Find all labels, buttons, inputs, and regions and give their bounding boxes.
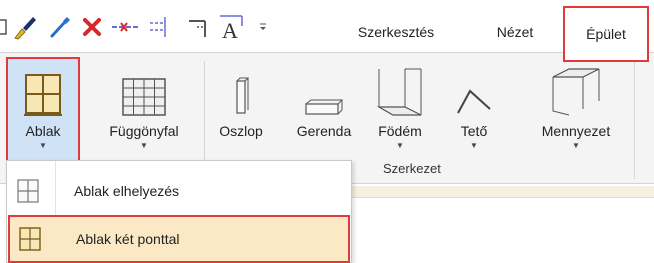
tab-bar: A Szerkesztés Nézet [0, 0, 654, 52]
column-icon [233, 59, 249, 117]
slab-icon [375, 59, 425, 117]
window-outline-icon [8, 178, 48, 204]
tab-epulet[interactable]: Épület [563, 6, 649, 62]
curtain-wall-icon [121, 59, 167, 117]
delete-icon[interactable] [80, 14, 104, 40]
teto-dropdown-arrow-icon: ▼ [470, 141, 478, 150]
tab-epulet-label: Épület [586, 26, 626, 42]
ablak-dropdown-arrow-icon: ▼ [39, 141, 47, 150]
ablak-dropdown-menu: Ablak elhelyezés Ablak két ponttal [6, 160, 352, 263]
menu-item-ablak-elhelyezes[interactable]: Ablak elhelyezés [8, 167, 350, 215]
fuggonyfal-dropdown-arrow-icon: ▼ [140, 141, 148, 150]
window-icon [23, 59, 63, 117]
fuggonyfal-button[interactable]: Függönyfal ▼ [96, 59, 192, 159]
align-right-icon[interactable] [184, 14, 212, 40]
roof-icon [456, 59, 492, 117]
ablak-label: Ablak [25, 123, 61, 139]
fodem-label: Födém [378, 123, 422, 139]
svg-text:A: A [222, 18, 238, 42]
beam-icon [304, 59, 344, 117]
align-icon[interactable] [146, 14, 174, 40]
ablak-button[interactable]: Ablak ▼ [6, 57, 80, 163]
window-two-points-icon [10, 226, 50, 252]
text-style-icon[interactable]: A [218, 14, 254, 42]
gerenda-label: Gerenda [296, 123, 352, 139]
menu-item-label: Ablak elhelyezés [74, 183, 180, 199]
teto-button[interactable]: Tető ▼ [448, 59, 500, 159]
fodem-button[interactable]: Födém ▼ [372, 59, 428, 159]
mennyezet-dropdown-arrow-icon: ▼ [572, 141, 580, 150]
menu-item-ablak-ket-ponttal[interactable]: Ablak két ponttal [8, 215, 350, 263]
dropdown-arrow-icon[interactable] [256, 14, 270, 40]
canvas-ruler [352, 186, 654, 198]
menu-item-label: Ablak két ponttal [76, 231, 180, 247]
ceiling-icon [549, 59, 603, 117]
gerenda-button[interactable]: Gerenda [286, 59, 362, 159]
mennyezet-label: Mennyezet [541, 123, 611, 139]
oszlop-button[interactable]: Oszlop [214, 59, 268, 159]
ribbon-group-label: Szerkezet [383, 161, 441, 176]
ribbon-separator [634, 61, 635, 179]
teto-label: Tető [460, 123, 488, 139]
eyedropper-icon[interactable] [48, 14, 72, 40]
fuggonyfal-label: Függönyfal [109, 123, 179, 139]
window-edge-icon [0, 14, 10, 40]
tab-szerkesztes[interactable]: Szerkesztés [344, 8, 448, 56]
tab-nezet[interactable]: Nézet [482, 8, 548, 56]
oszlop-label: Oszlop [219, 123, 263, 139]
fodem-dropdown-arrow-icon: ▼ [396, 141, 404, 150]
mennyezet-button[interactable]: Mennyezet ▼ [530, 59, 622, 159]
dimension-icon[interactable] [110, 14, 140, 40]
paintbrush-icon[interactable] [10, 14, 40, 40]
